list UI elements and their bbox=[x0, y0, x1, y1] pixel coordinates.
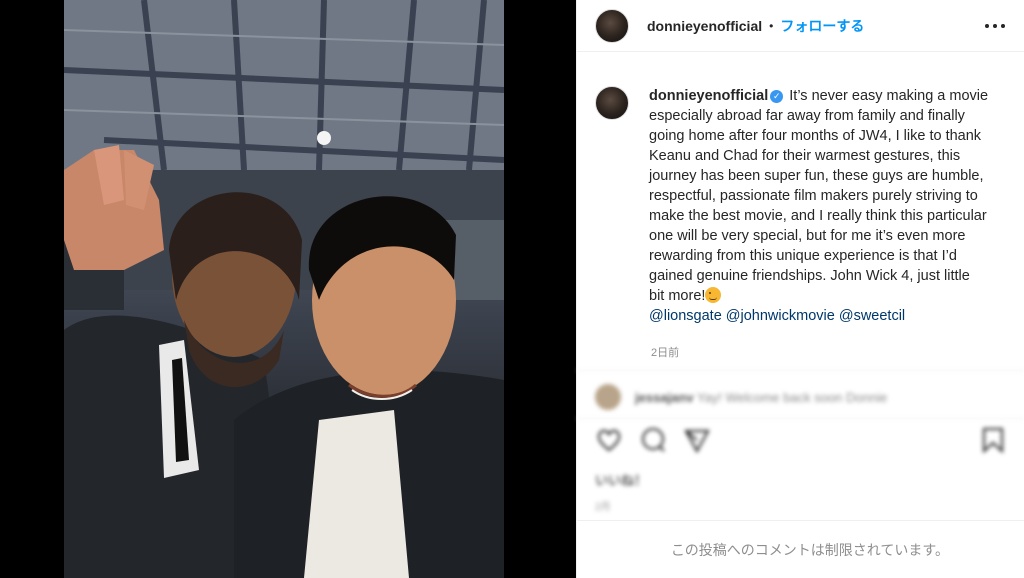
comment-item: jessajanv Yay! Welcome back soon Donnie bbox=[595, 384, 887, 410]
divider bbox=[577, 370, 1024, 371]
selfie-illustration bbox=[64, 0, 504, 578]
header-separator: • bbox=[769, 18, 774, 33]
post-date: 2月 bbox=[595, 502, 611, 513]
share-icon[interactable] bbox=[683, 426, 711, 454]
verified-badge-icon: ✓ bbox=[770, 90, 784, 103]
profile-avatar[interactable] bbox=[595, 8, 629, 43]
wink-emoji-icon bbox=[705, 287, 722, 303]
comment-body: Yay! Welcome back soon Donnie bbox=[696, 389, 888, 405]
divider bbox=[577, 418, 1024, 419]
follow-button[interactable]: フォローする bbox=[780, 16, 864, 36]
comment-icon[interactable] bbox=[639, 426, 667, 454]
bookmark-icon[interactable] bbox=[981, 426, 1005, 454]
header-username[interactable]: donnieyenofficial bbox=[647, 18, 762, 34]
comment-username[interactable]: jessajanv bbox=[635, 390, 694, 405]
action-bar bbox=[595, 426, 1005, 456]
letterbox-left bbox=[0, 0, 64, 578]
heart-icon[interactable] bbox=[595, 426, 623, 454]
caption-mentions: @lionsgate @johnwickmovie @sweetcil bbox=[649, 308, 905, 324]
letterbox-right bbox=[504, 0, 576, 578]
post-sidebar: donnieyenofficial • フォローする donnieyenoffi… bbox=[576, 0, 1024, 578]
comment-avatar[interactable] bbox=[595, 384, 621, 410]
caption-username[interactable]: donnieyenofficial bbox=[649, 88, 768, 104]
comment-text: jessajanv Yay! Welcome back soon Donnie bbox=[635, 390, 887, 405]
blurred-comments-region: jessajanv Yay! Welcome back soon Donnie … bbox=[577, 370, 1024, 520]
caption-text-block: donnieyenofficial ✓ It’s never easy makin… bbox=[649, 86, 989, 326]
mention-johnwickmovie[interactable]: @johnwickmovie bbox=[726, 308, 835, 324]
post-caption: donnieyenofficial ✓ It’s never easy makin… bbox=[595, 86, 1005, 326]
caption-text: It’s never easy making a movie especiall… bbox=[649, 88, 989, 304]
mention-lionsgate[interactable]: @lionsgate bbox=[649, 308, 722, 324]
more-options-icon[interactable] bbox=[985, 16, 1005, 36]
mention-sweetcil[interactable]: @sweetcil bbox=[839, 308, 905, 324]
likes-count[interactable]: いいね！ bbox=[595, 470, 647, 489]
comments-restricted-notice: この投稿へのコメントは制限されています。 bbox=[577, 520, 1024, 578]
post-header: donnieyenofficial • フォローする bbox=[577, 0, 1024, 52]
post-photo[interactable] bbox=[64, 0, 504, 578]
caption-time-ago: 2日前 bbox=[651, 347, 680, 359]
caption-avatar[interactable] bbox=[595, 86, 629, 120]
